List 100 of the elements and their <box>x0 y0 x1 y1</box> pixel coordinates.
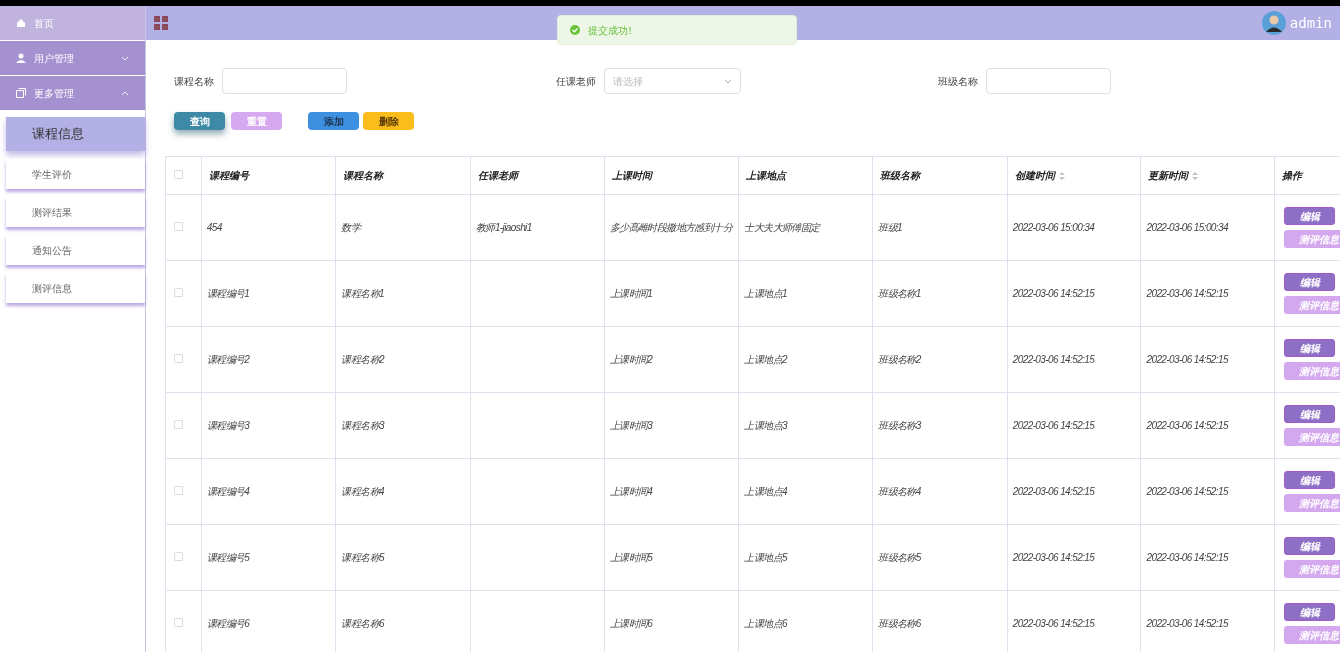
select-field[interactable]: 请选择 <box>604 68 741 94</box>
edit-button[interactable]: 编辑 <box>1284 603 1336 621</box>
filter-label: 课程名称 <box>174 74 214 89</box>
submenu-item[interactable]: 测评结果 <box>6 197 145 227</box>
chevron-down-icon <box>724 78 732 84</box>
row-checkbox[interactable] <box>174 420 183 429</box>
submenu-item[interactable]: 通知公告 <box>6 235 145 265</box>
table-cell: 上课时间3 <box>609 420 653 431</box>
table-cell: 2022-03-06 14:52:15 <box>1146 420 1228 431</box>
menu-label: 更多管理 <box>34 86 75 101</box>
filter-label: 班级名称 <box>938 74 978 89</box>
edit-button[interactable]: 编辑 <box>1284 537 1336 555</box>
table-cell: 课程编号2 <box>206 354 250 365</box>
table-cell: 2022-03-06 14:52:15 <box>1012 354 1095 365</box>
table-cell: 班级名称2 <box>878 354 921 365</box>
edit-button[interactable]: 编辑 <box>1284 471 1336 489</box>
table-cell: 士大夫大师傅固定 <box>744 222 820 233</box>
user-name: admin <box>1289 13 1332 33</box>
table-cell: 多少髙雌时段撒地方感到十分 <box>609 222 732 233</box>
table-cell: 课程名称6 <box>341 618 384 629</box>
table-cell: 数学 <box>341 222 361 233</box>
sort-icon[interactable] <box>1192 171 1199 180</box>
copy-icon <box>16 88 26 98</box>
table-cell: 班级名称6 <box>878 618 921 629</box>
user-icon <box>16 53 26 63</box>
filter-label: 任课老师 <box>556 74 596 89</box>
table-cell: 班级名称3 <box>878 420 921 431</box>
submenu-item[interactable]: 课程信息 <box>6 117 145 151</box>
text-field[interactable] <box>222 68 347 94</box>
row-checkbox[interactable] <box>174 486 183 495</box>
table-cell: 2022-03-06 14:52:15 <box>1012 618 1095 629</box>
table-cell: 2022-03-06 14:52:15 <box>1012 288 1095 299</box>
row-checkbox[interactable] <box>174 222 183 231</box>
table-cell: 上课地点4 <box>744 486 787 497</box>
table-cell: 班级名称5 <box>878 552 921 563</box>
table-cell: 2022-03-06 14:52:15 <box>1146 354 1228 365</box>
text-field[interactable] <box>986 68 1111 94</box>
row-checkbox[interactable] <box>174 552 183 561</box>
menu-item[interactable]: 用户管理 <box>0 41 145 76</box>
table-cell: 课程编号5 <box>206 552 250 563</box>
table-cell: 454 <box>206 222 222 233</box>
row-checkbox[interactable] <box>174 288 183 297</box>
avatar-icon[interactable] <box>1261 11 1286 35</box>
menu-label: 用户管理 <box>34 51 75 66</box>
table-cell: 上课地点5 <box>744 552 787 563</box>
table-cell: 上课地点3 <box>744 420 787 431</box>
grid-icon[interactable] <box>154 16 168 30</box>
edit-button[interactable]: 编辑 <box>1284 273 1336 291</box>
edit-button[interactable]: 编辑 <box>1284 405 1336 423</box>
table-cell: 2022-03-06 15:00:34 <box>1012 222 1095 233</box>
checkbox[interactable] <box>174 170 183 179</box>
table-cell: 2022-03-06 14:52:15 <box>1146 552 1228 563</box>
sort-icon[interactable] <box>1058 171 1065 180</box>
table-cell: 课程名称3 <box>341 420 384 431</box>
table-cell: 2022-03-06 14:52:15 <box>1012 420 1095 431</box>
check-circle-icon <box>570 25 580 35</box>
menu-item[interactable]: 更多管理 <box>0 76 145 111</box>
table-cell: 上课时间5 <box>609 552 653 563</box>
table-cell: 上课地点6 <box>744 618 787 629</box>
table-cell: 课程编号4 <box>206 486 250 497</box>
table-cell: 上课地点1 <box>744 288 787 299</box>
table-cell: 课程名称4 <box>341 486 384 497</box>
column-header: 课程编号 <box>208 169 249 183</box>
table-cell: 课程编号3 <box>206 420 250 431</box>
table-cell: 上课时间6 <box>609 618 653 629</box>
table-cell: 2022-03-06 15:00:34 <box>1146 222 1228 233</box>
table-cell: 班级名称1 <box>878 288 921 299</box>
submenu-item[interactable]: 学生评价 <box>6 159 145 189</box>
search-button[interactable]: 查询 <box>174 112 225 130</box>
edit-button[interactable]: 编辑 <box>1284 207 1336 225</box>
table-cell: 2022-03-06 14:52:15 <box>1012 486 1095 497</box>
table-cell: 2022-03-06 14:52:15 <box>1146 288 1228 299</box>
column-header[interactable]: 更新时间 <box>1148 168 1189 183</box>
column-header: 操作 <box>1282 169 1303 183</box>
table-cell: 上课地点2 <box>744 354 787 365</box>
column-header: 上课时间 <box>611 169 652 183</box>
home-icon <box>16 18 26 28</box>
row-checkbox[interactable] <box>174 354 183 363</box>
table-cell: 班级1 <box>878 222 902 233</box>
table-cell: 上课时间1 <box>609 288 653 299</box>
column-header: 任课老师 <box>478 169 519 183</box>
submenu-item[interactable]: 测评信息 <box>6 273 145 303</box>
column-header: 班级名称 <box>880 169 921 183</box>
table-cell: 2022-03-06 14:52:15 <box>1012 552 1095 563</box>
table-cell: 教师1-jiaoshi1 <box>476 222 532 233</box>
menu-label: 首页 <box>34 16 55 31</box>
row-checkbox[interactable] <box>174 618 183 627</box>
delete-button[interactable]: 删除 <box>363 112 414 130</box>
table-cell: 课程名称2 <box>341 354 384 365</box>
table-cell: 课程名称5 <box>341 552 384 563</box>
table-cell: 上课时间4 <box>609 486 653 497</box>
table-cell: 课程名称1 <box>341 288 384 299</box>
edit-button[interactable]: 编辑 <box>1284 339 1336 357</box>
table-cell: 2022-03-06 14:52:15 <box>1146 618 1228 629</box>
column-header[interactable]: 创建时间 <box>1014 168 1055 183</box>
column-header: 课程名称 <box>343 169 384 183</box>
add-button[interactable]: 添加 <box>308 112 359 130</box>
table-cell: 班级名称4 <box>878 486 921 497</box>
table-cell: 上课时间2 <box>609 354 653 365</box>
table-cell: 课程编号6 <box>206 618 250 629</box>
